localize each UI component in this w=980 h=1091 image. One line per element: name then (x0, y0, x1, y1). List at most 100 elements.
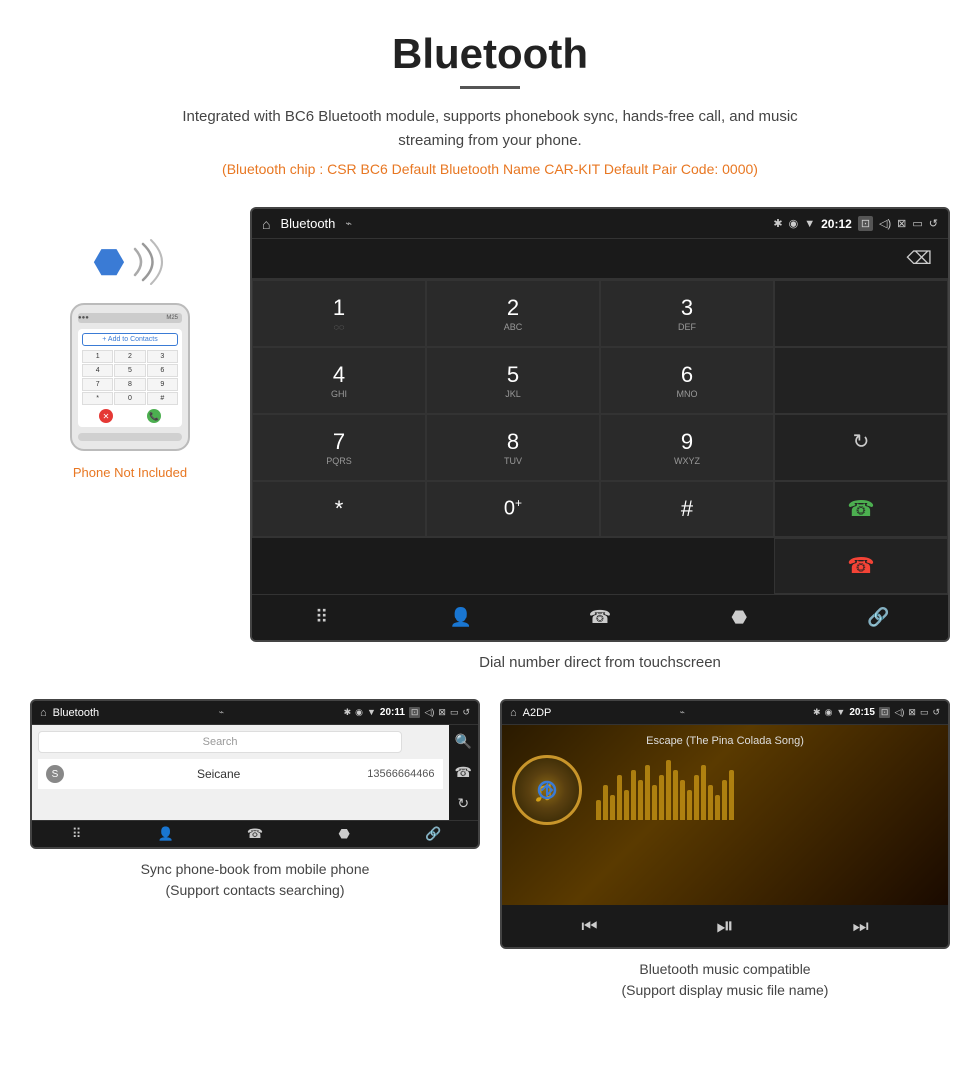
pb-nav-phone[interactable]: ☎ (210, 826, 299, 842)
pb-cam-icon: ⊡ (409, 707, 421, 718)
phone-numpad: 1 2 3 4 5 6 7 8 9 * 0 # (82, 350, 178, 405)
main-caption: Dial number direct from touchscreen (250, 642, 950, 689)
dial-key-refresh[interactable]: ↻ (774, 414, 948, 481)
backspace-button[interactable]: ⌫ (907, 248, 932, 269)
music-title: A2DP (523, 707, 552, 719)
bluetooth-large-icon: ⬣ (93, 241, 124, 283)
dial-key-5[interactable]: 5 JKL (426, 347, 600, 414)
next-track-button[interactable]: ⏭ (852, 916, 868, 937)
dial-key-hash[interactable]: # (600, 481, 774, 537)
dial-key-0[interactable]: 0+ (426, 481, 600, 537)
music-usb-icon: ⌁ (680, 707, 685, 718)
play-pause-button[interactable]: ⏯ (716, 913, 734, 939)
dial-key-2[interactable]: 2 ABC (426, 280, 600, 347)
phone-right-icon[interactable]: ☎ (455, 764, 472, 781)
pb-nav-bluetooth[interactable]: ⬣ (300, 826, 389, 842)
page-specs: (Bluetooth chip : CSR BC6 Default Blueto… (20, 161, 960, 177)
viz-bar (638, 780, 643, 820)
close-icon[interactable]: ⊠ (897, 217, 906, 230)
music-screenshot-block: ⌂ A2DP ⌁ ✱ ◉ ▼ 20:15 ⊡ ◁) ⊠ ▭ ↺ Escape (… (500, 699, 950, 1001)
dial-key-8[interactable]: 8 TUV (426, 414, 600, 481)
ms-cam-icon: ⊡ (879, 707, 891, 718)
prev-track-button[interactable]: ⏮ (581, 916, 597, 937)
pb-nav-contacts[interactable]: 👤 (121, 826, 210, 842)
viz-bar (624, 790, 629, 820)
bluetooth-status-icon: ✱ (773, 217, 782, 230)
bluetooth-illustration: ⬣ (93, 237, 166, 287)
music-home-icon[interactable]: ⌂ (510, 707, 517, 719)
dialpad-grid: 1 ◌◌ 2 ABC 3 DEF 4 GHI 5 (252, 279, 948, 537)
dial-key-star[interactable]: * (252, 481, 426, 537)
viz-bar (701, 765, 706, 820)
viz-bar (680, 780, 685, 820)
nav-phone-icon[interactable]: ☎ (530, 603, 669, 632)
music-caption: Bluetooth music compatible(Support displ… (500, 959, 950, 1001)
pb-close-icon[interactable]: ⊠ (438, 707, 446, 718)
dial-key-3[interactable]: 3 DEF (600, 280, 774, 347)
dial-key-4[interactable]: 4 GHI (252, 347, 426, 414)
contact-row: S Seicane 13566664466 (38, 759, 443, 789)
pb-screen-icon: ▭ (450, 707, 459, 718)
viz-bar (666, 760, 671, 820)
screen-icon: ▭ (912, 217, 922, 230)
back-icon[interactable]: ↺ (929, 217, 938, 230)
wifi-waves-icon (127, 237, 167, 287)
search-right-icon[interactable]: 🔍 (455, 733, 472, 750)
dial-key-9[interactable]: 9 WXYZ (600, 414, 774, 481)
music-status-bar: ⌂ A2DP ⌁ ✱ ◉ ▼ 20:15 ⊡ ◁) ⊠ ▭ ↺ (502, 701, 948, 725)
ms-signal-icon: ▼ (836, 707, 845, 718)
status-time: 20:12 (821, 217, 852, 231)
viz-bar (729, 770, 734, 820)
nav-dialpad-icon[interactable]: ⠿ (252, 603, 391, 632)
dial-key-1[interactable]: 1 ◌◌ (252, 280, 426, 347)
viz-bar (687, 790, 692, 820)
phonebook-status-bar: ⌂ Bluetooth ⌁ ✱ ◉ ▼ 20:11 ⊡ ◁) ⊠ ▭ ↺ (32, 701, 478, 725)
status-icons: ✱ ◉ ▼ 20:12 ⊡ ◁) ⊠ ▭ ↺ (773, 216, 938, 231)
ms-loc-icon: ◉ (825, 707, 833, 718)
pb-nav-link[interactable]: 🔗 (389, 826, 478, 842)
refresh-right-icon[interactable]: ↻ (457, 795, 469, 812)
phonebook-home-icon[interactable]: ⌂ (40, 707, 47, 719)
volume-icon: ◁) (879, 217, 891, 230)
phonebook-title: Bluetooth (53, 707, 99, 719)
dial-key-6[interactable]: 6 MNO (600, 347, 774, 414)
nav-contacts-icon[interactable]: 👤 (391, 603, 530, 632)
end-call-row: ☎ (252, 537, 948, 594)
page-subtitle: Integrated with BC6 Bluetooth module, su… (150, 105, 830, 153)
nav-link-icon[interactable]: 🔗 (809, 603, 948, 632)
viz-bar (652, 785, 657, 820)
ms-close-icon[interactable]: ⊠ (908, 707, 916, 718)
dial-key-empty-2 (774, 347, 948, 414)
pb-back-icon[interactable]: ↺ (462, 707, 470, 718)
bottom-nav-bar: ⠿ 👤 ☎ ⬣ 🔗 (252, 594, 948, 640)
main-content: ⬣ ●●● M25 + Add to Contacts 1 2 3 4 5 (0, 207, 980, 689)
music-content-area: Escape (The Pina Colada Song) ♫ (502, 725, 948, 905)
phone-call-btn: 📞 (147, 409, 161, 423)
nav-bluetooth-icon[interactable]: ⬣ (670, 603, 809, 632)
home-icon[interactable]: ⌂ (262, 216, 270, 232)
call-red-button[interactable]: ☎ (774, 538, 948, 594)
ms-back-icon[interactable]: ↺ (932, 707, 940, 718)
ms-bt-icon: ✱ (813, 707, 821, 718)
phonebook-bottom-nav: ⠿ 👤 ☎ ⬣ 🔗 (32, 820, 478, 847)
viz-bar (645, 765, 650, 820)
phonebook-screen: ⌂ Bluetooth ⌁ ✱ ◉ ▼ 20:11 ⊡ ◁) ⊠ ▭ ↺ (30, 699, 480, 849)
viz-bar (722, 780, 727, 820)
pb-signal-icon: ▼ (367, 707, 376, 718)
dial-key-7[interactable]: 7 PQRS (252, 414, 426, 481)
page-title: Bluetooth (20, 30, 960, 78)
pb-bt-icon: ✱ (344, 707, 352, 718)
pb-nav-dialpad[interactable]: ⠿ (32, 826, 121, 842)
viz-bar (617, 775, 622, 820)
phonebook-time: 20:11 (380, 707, 405, 718)
viz-bar (708, 785, 713, 820)
phonebook-caption: Sync phone-book from mobile phone(Suppor… (30, 859, 480, 901)
music-main-area: ♫ (512, 755, 938, 825)
phonebook-search-bar[interactable]: Search (38, 731, 402, 753)
viz-bar (694, 775, 699, 820)
music-controls: ⏮ ⏯ ⏭ (502, 905, 948, 947)
viz-bar (673, 770, 678, 820)
call-green-button[interactable]: ☎ (774, 481, 948, 537)
android-screen-wrapper: ⌂ Bluetooth ⌁ ✱ ◉ ▼ 20:12 ⊡ ◁) ⊠ ▭ ↺ ⌫ (250, 207, 950, 689)
viz-bar (610, 795, 615, 820)
